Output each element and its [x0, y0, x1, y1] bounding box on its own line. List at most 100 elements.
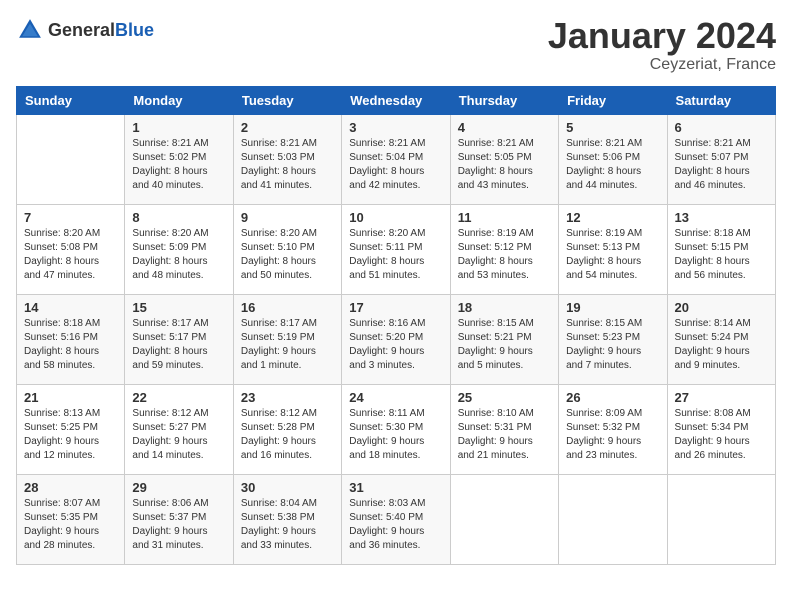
day-number: 12	[566, 210, 659, 225]
day-info: Sunrise: 8:15 AMSunset: 5:21 PMDaylight:…	[458, 317, 551, 373]
calendar-cell: 5 Sunrise: 8:21 AMSunset: 5:06 PMDaylight…	[559, 114, 667, 204]
calendar-table: SundayMondayTuesdayWednesdayThursdayFrid…	[16, 86, 776, 565]
calendar-cell: 1 Sunrise: 8:21 AMSunset: 5:02 PMDaylight…	[125, 114, 233, 204]
calendar-cell	[559, 474, 667, 564]
day-number: 10	[349, 210, 442, 225]
day-info: Sunrise: 8:08 AMSunset: 5:34 PMDaylight:…	[675, 407, 768, 463]
weekday-header: Sunday	[17, 86, 125, 114]
calendar-week-row: 21 Sunrise: 8:13 AMSunset: 5:25 PMDayligh…	[17, 384, 776, 474]
day-info: Sunrise: 8:20 AMSunset: 5:09 PMDaylight:…	[132, 227, 225, 283]
day-number: 1	[132, 120, 225, 135]
calendar-cell: 17 Sunrise: 8:16 AMSunset: 5:20 PMDayligh…	[342, 294, 450, 384]
calendar-cell: 20 Sunrise: 8:14 AMSunset: 5:24 PMDayligh…	[667, 294, 775, 384]
day-info: Sunrise: 8:20 AMSunset: 5:08 PMDaylight:…	[24, 227, 117, 283]
calendar-week-row: 14 Sunrise: 8:18 AMSunset: 5:16 PMDayligh…	[17, 294, 776, 384]
title-block: January 2024 Ceyzeriat, France	[548, 16, 776, 74]
day-info: Sunrise: 8:12 AMSunset: 5:27 PMDaylight:…	[132, 407, 225, 463]
calendar-cell: 31 Sunrise: 8:03 AMSunset: 5:40 PMDayligh…	[342, 474, 450, 564]
calendar-cell: 4 Sunrise: 8:21 AMSunset: 5:05 PMDaylight…	[450, 114, 558, 204]
day-number: 23	[241, 390, 334, 405]
day-info: Sunrise: 8:07 AMSunset: 5:35 PMDaylight:…	[24, 497, 117, 553]
location-subtitle: Ceyzeriat, France	[548, 56, 776, 74]
calendar-cell: 19Sunrise: 8:15 AMSunset: 5:23 PMDayligh…	[559, 294, 667, 384]
weekday-header: Wednesday	[342, 86, 450, 114]
day-number: 29	[132, 480, 225, 495]
calendar-week-row: 7Sunrise: 8:20 AMSunset: 5:08 PMDaylight…	[17, 204, 776, 294]
day-number: 3	[349, 120, 442, 135]
weekday-header: Monday	[125, 86, 233, 114]
day-number: 16	[241, 300, 334, 315]
day-number: 20	[675, 300, 768, 315]
weekday-header: Saturday	[667, 86, 775, 114]
day-info: Sunrise: 8:15 AMSunset: 5:23 PMDaylight:…	[566, 317, 659, 373]
day-number: 15	[132, 300, 225, 315]
weekday-header: Friday	[559, 86, 667, 114]
day-number: 18	[458, 300, 551, 315]
day-info: Sunrise: 8:21 AMSunset: 5:02 PMDaylight:…	[132, 137, 225, 193]
calendar-cell: 26 Sunrise: 8:09 AMSunset: 5:32 PMDayligh…	[559, 384, 667, 474]
day-number: 21	[24, 390, 117, 405]
page-header: GeneralBlue January 2024 Ceyzeriat, Fran…	[16, 16, 776, 74]
calendar-cell	[450, 474, 558, 564]
calendar-cell: 23Sunrise: 8:12 AMSunset: 5:28 PMDayligh…	[233, 384, 341, 474]
calendar-cell: 15 Sunrise: 8:17 AMSunset: 5:17 PMDayligh…	[125, 294, 233, 384]
day-info: Sunrise: 8:19 AMSunset: 5:12 PMDaylight:…	[458, 227, 551, 283]
calendar-cell: 29 Sunrise: 8:06 AMSunset: 5:37 PMDayligh…	[125, 474, 233, 564]
calendar-cell: 12 Sunrise: 8:19 AMSunset: 5:13 PMDayligh…	[559, 204, 667, 294]
day-info: Sunrise: 8:11 AMSunset: 5:30 PMDaylight:…	[349, 407, 442, 463]
day-info: Sunrise: 8:13 AMSunset: 5:25 PMDaylight:…	[24, 407, 117, 463]
day-info: Sunrise: 8:19 AMSunset: 5:13 PMDaylight:…	[566, 227, 659, 283]
calendar-cell	[17, 114, 125, 204]
day-info: Sunrise: 8:09 AMSunset: 5:32 PMDaylight:…	[566, 407, 659, 463]
day-number: 31	[349, 480, 442, 495]
calendar-cell: 9 Sunrise: 8:20 AMSunset: 5:10 PMDaylight…	[233, 204, 341, 294]
calendar-cell: 6 Sunrise: 8:21 AMSunset: 5:07 PMDaylight…	[667, 114, 775, 204]
calendar-cell: 21 Sunrise: 8:13 AMSunset: 5:25 PMDayligh…	[17, 384, 125, 474]
day-number: 9	[241, 210, 334, 225]
day-info: Sunrise: 8:21 AMSunset: 5:04 PMDaylight:…	[349, 137, 442, 193]
day-number: 4	[458, 120, 551, 135]
calendar-cell: 8 Sunrise: 8:20 AMSunset: 5:09 PMDaylight…	[125, 204, 233, 294]
logo: GeneralBlue	[16, 16, 154, 44]
day-info: Sunrise: 8:03 AMSunset: 5:40 PMDaylight:…	[349, 497, 442, 553]
calendar-cell: 27 Sunrise: 8:08 AMSunset: 5:34 PMDayligh…	[667, 384, 775, 474]
logo-text: GeneralBlue	[48, 20, 154, 41]
day-number: 17	[349, 300, 442, 315]
day-number: 5	[566, 120, 659, 135]
day-number: 8	[132, 210, 225, 225]
weekday-header: Tuesday	[233, 86, 341, 114]
calendar-cell	[667, 474, 775, 564]
calendar-cell: 3 Sunrise: 8:21 AMSunset: 5:04 PMDaylight…	[342, 114, 450, 204]
day-info: Sunrise: 8:16 AMSunset: 5:20 PMDaylight:…	[349, 317, 442, 373]
calendar-cell: 30Sunrise: 8:04 AMSunset: 5:38 PMDayligh…	[233, 474, 341, 564]
day-info: Sunrise: 8:17 AMSunset: 5:19 PMDaylight:…	[241, 317, 334, 373]
day-number: 11	[458, 210, 551, 225]
day-number: 14	[24, 300, 117, 315]
day-number: 22	[132, 390, 225, 405]
day-info: Sunrise: 8:21 AMSunset: 5:06 PMDaylight:…	[566, 137, 659, 193]
calendar-cell: 11 Sunrise: 8:19 AMSunset: 5:12 PMDayligh…	[450, 204, 558, 294]
day-info: Sunrise: 8:06 AMSunset: 5:37 PMDaylight:…	[132, 497, 225, 553]
calendar-cell: 22 Sunrise: 8:12 AMSunset: 5:27 PMDayligh…	[125, 384, 233, 474]
calendar-cell: 13Sunrise: 8:18 AMSunset: 5:15 PMDayligh…	[667, 204, 775, 294]
day-info: Sunrise: 8:21 AMSunset: 5:05 PMDaylight:…	[458, 137, 551, 193]
day-info: Sunrise: 8:18 AMSunset: 5:16 PMDaylight:…	[24, 317, 117, 373]
day-number: 24	[349, 390, 442, 405]
calendar-cell: 24 Sunrise: 8:11 AMSunset: 5:30 PMDayligh…	[342, 384, 450, 474]
day-info: Sunrise: 8:14 AMSunset: 5:24 PMDaylight:…	[675, 317, 768, 373]
calendar-cell: 16 Sunrise: 8:17 AMSunset: 5:19 PMDayligh…	[233, 294, 341, 384]
calendar-cell: 18 Sunrise: 8:15 AMSunset: 5:21 PMDayligh…	[450, 294, 558, 384]
day-info: Sunrise: 8:21 AMSunset: 5:07 PMDaylight:…	[675, 137, 768, 193]
day-info: Sunrise: 8:20 AMSunset: 5:10 PMDaylight:…	[241, 227, 334, 283]
day-number: 27	[675, 390, 768, 405]
day-info: Sunrise: 8:18 AMSunset: 5:15 PMDaylight:…	[675, 227, 768, 283]
weekday-header: Thursday	[450, 86, 558, 114]
day-number: 30	[241, 480, 334, 495]
month-year-title: January 2024	[548, 16, 776, 56]
day-number: 26	[566, 390, 659, 405]
day-number: 6	[675, 120, 768, 135]
day-info: Sunrise: 8:10 AMSunset: 5:31 PMDaylight:…	[458, 407, 551, 463]
day-number: 2	[241, 120, 334, 135]
day-info: Sunrise: 8:17 AMSunset: 5:17 PMDaylight:…	[132, 317, 225, 373]
calendar-week-row: 1 Sunrise: 8:21 AMSunset: 5:02 PMDaylight…	[17, 114, 776, 204]
